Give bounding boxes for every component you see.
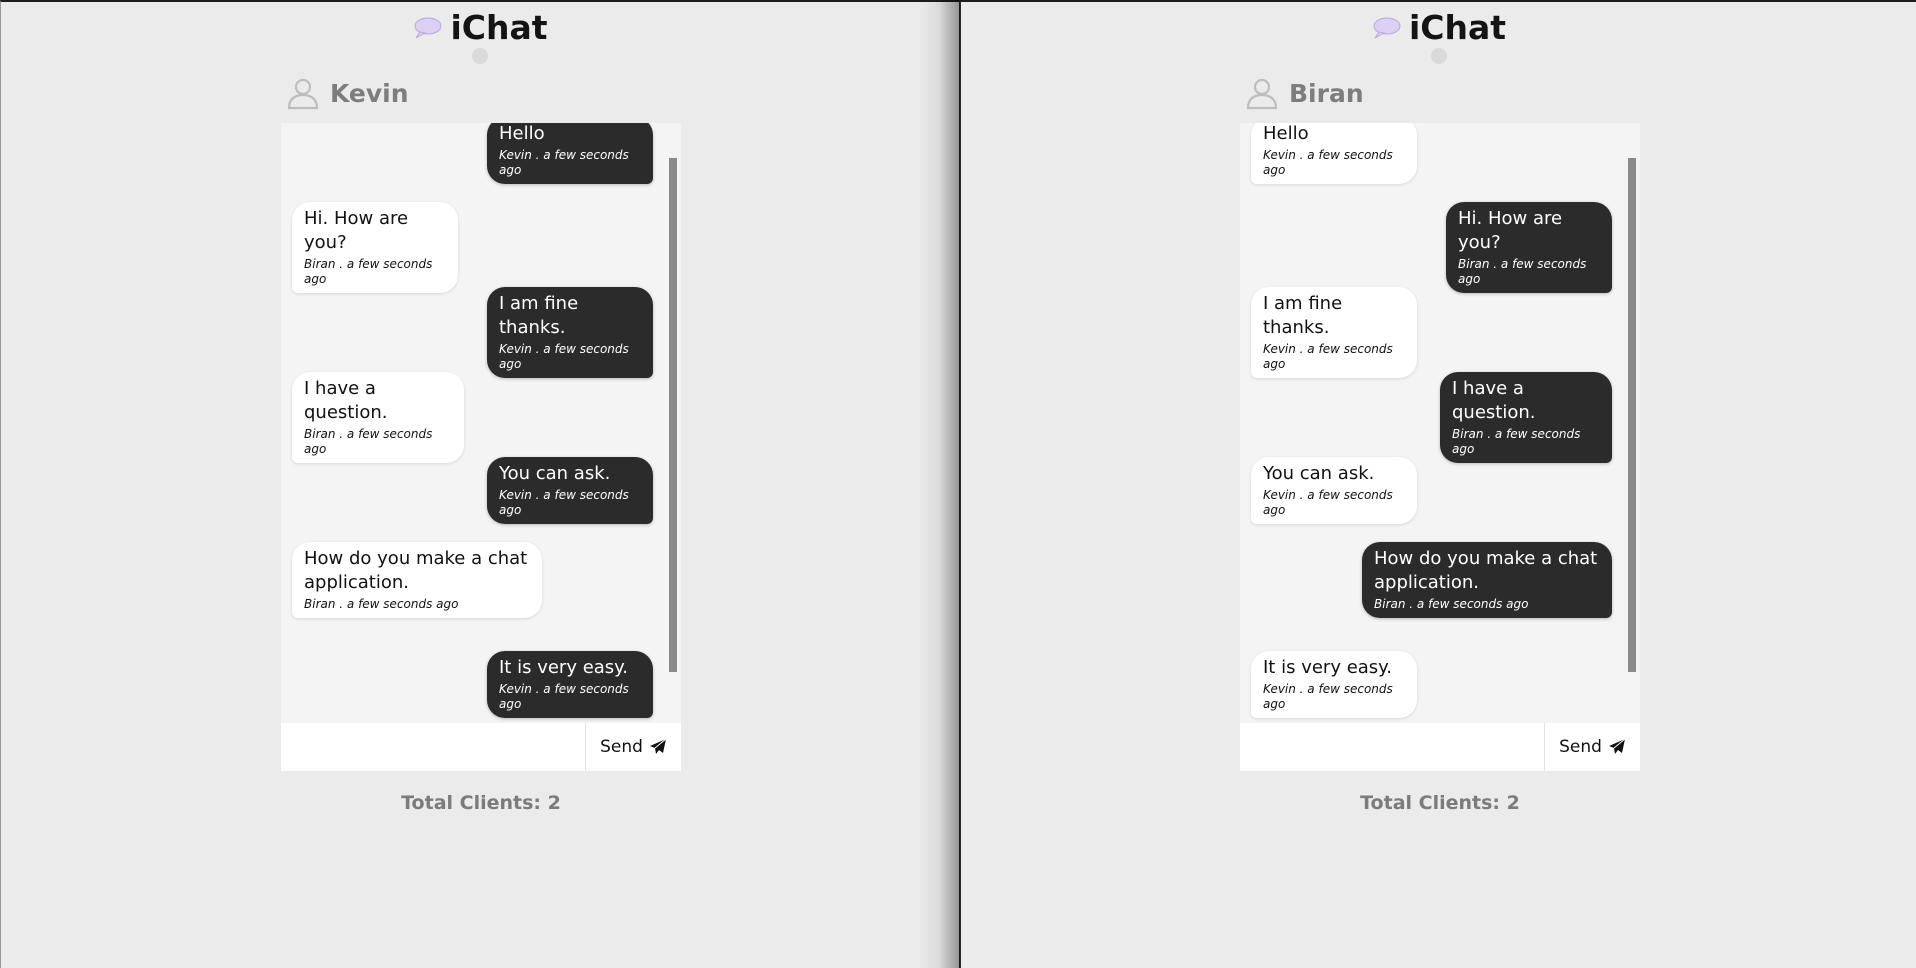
speech-bubble-icon	[414, 17, 442, 39]
message-meta: Kevin . a few seconds ago	[1263, 342, 1393, 371]
message-bubble: It is very easy. Kevin . a few seconds a…	[487, 651, 653, 718]
total-clients: Total Clients: 2	[401, 792, 561, 814]
paper-plane-icon	[649, 738, 667, 754]
current-user: Kevin	[286, 76, 409, 110]
chat-window-biran: iChat Biran Hello Kevin . a few seconds …	[959, 0, 1916, 968]
app-title: iChat	[450, 8, 548, 47]
compose-bar: Send	[1240, 723, 1640, 771]
message-text: Hi. How are you?	[1458, 208, 1563, 253]
message-bubble: You can ask. Kevin . a few seconds ago	[487, 457, 653, 524]
message-meta: Kevin . a few seconds ago	[1263, 682, 1393, 711]
app-header: iChat	[961, 8, 1916, 48]
message-bubble: How do you make a chat application. Bira…	[292, 542, 542, 618]
message-bubble: Hi. How are you? Biran . a few seconds a…	[292, 202, 458, 293]
message-input[interactable]	[281, 723, 585, 771]
message-text: I have a question.	[1452, 378, 1536, 423]
compose-bar: Send	[281, 723, 681, 771]
send-button[interactable]: Send	[585, 723, 681, 771]
message-text: Hello	[499, 123, 545, 144]
message-meta: Kevin . a few seconds ago	[499, 342, 629, 371]
message-text: Hi. How are you?	[304, 208, 409, 253]
message-bubble: Hello Kevin . a few seconds ago	[1251, 123, 1417, 184]
brand: iChat	[1371, 8, 1506, 48]
message-text: How do you make a chat application.	[304, 548, 528, 593]
chat-window-kevin: iChat Kevin Hello Kevin . a few seconds …	[0, 0, 959, 968]
paper-plane-icon	[1608, 738, 1626, 754]
user-icon	[1246, 78, 1278, 110]
message-meta: Kevin . a few seconds ago	[499, 488, 629, 517]
app-header: iChat	[1, 8, 959, 48]
message-text: I have a question.	[304, 378, 388, 423]
message-meta: Biran . a few seconds ago	[1458, 257, 1587, 286]
brand: iChat	[412, 8, 548, 48]
app-title: iChat	[1408, 8, 1507, 47]
message-text: It is very easy.	[499, 657, 628, 678]
message-bubble: I am fine thanks. Kevin . a few seconds …	[487, 287, 653, 378]
window-divider	[918, 0, 960, 968]
message-bubble: How do you make a chat application. Bira…	[1362, 542, 1612, 618]
message-list[interactable]: Hello Kevin . a few seconds ago Hi. How …	[1240, 123, 1640, 723]
message-input[interactable]	[1240, 723, 1544, 771]
message-meta: Kevin . a few seconds ago	[1263, 148, 1393, 177]
message-bubble: I have a question. Biran . a few seconds…	[292, 372, 464, 463]
user-name: Biran	[1289, 78, 1364, 108]
message-text: How do you make a chat application.	[1374, 548, 1598, 593]
message-text: I am fine thanks.	[499, 293, 579, 338]
message-bubble: I have a question. Biran . a few seconds…	[1440, 372, 1612, 463]
current-user: Biran	[1245, 76, 1364, 110]
message-bubble: It is very easy. Kevin . a few seconds a…	[1251, 651, 1417, 718]
user-name: Kevin	[330, 78, 409, 108]
speech-bubble-icon	[1373, 17, 1401, 39]
connection-indicator	[472, 48, 488, 64]
message-bubble: You can ask. Kevin . a few seconds ago	[1251, 457, 1417, 524]
scrollbar[interactable]	[669, 158, 677, 672]
message-list[interactable]: Hello Kevin . a few seconds ago Hi. How …	[281, 123, 681, 723]
message-meta: Biran . a few seconds ago	[304, 597, 459, 611]
message-text: It is very easy.	[1263, 657, 1392, 678]
message-bubble: I am fine thanks. Kevin . a few seconds …	[1251, 287, 1417, 378]
message-bubble: Hello Kevin . a few seconds ago	[487, 123, 653, 184]
total-clients: Total Clients: 2	[1360, 792, 1520, 814]
message-text: You can ask.	[499, 463, 611, 484]
message-text: I am fine thanks.	[1263, 293, 1343, 338]
message-bubble: Hi. How are you? Biran . a few seconds a…	[1446, 202, 1612, 293]
message-meta: Kevin . a few seconds ago	[499, 148, 629, 177]
message-meta: Biran . a few seconds ago	[1452, 427, 1581, 456]
connection-indicator	[1431, 48, 1447, 64]
message-text: You can ask.	[1263, 463, 1375, 484]
user-icon	[287, 78, 319, 110]
send-label: Send	[600, 737, 643, 757]
scrollbar[interactable]	[1628, 158, 1636, 672]
message-text: Hello	[1263, 123, 1309, 144]
message-meta: Biran . a few seconds ago	[1374, 597, 1529, 611]
message-meta: Kevin . a few seconds ago	[1263, 488, 1393, 517]
message-meta: Kevin . a few seconds ago	[499, 682, 629, 711]
send-label: Send	[1559, 737, 1602, 757]
message-meta: Biran . a few seconds ago	[304, 427, 433, 456]
send-button[interactable]: Send	[1544, 723, 1640, 771]
message-meta: Biran . a few seconds ago	[304, 257, 433, 286]
